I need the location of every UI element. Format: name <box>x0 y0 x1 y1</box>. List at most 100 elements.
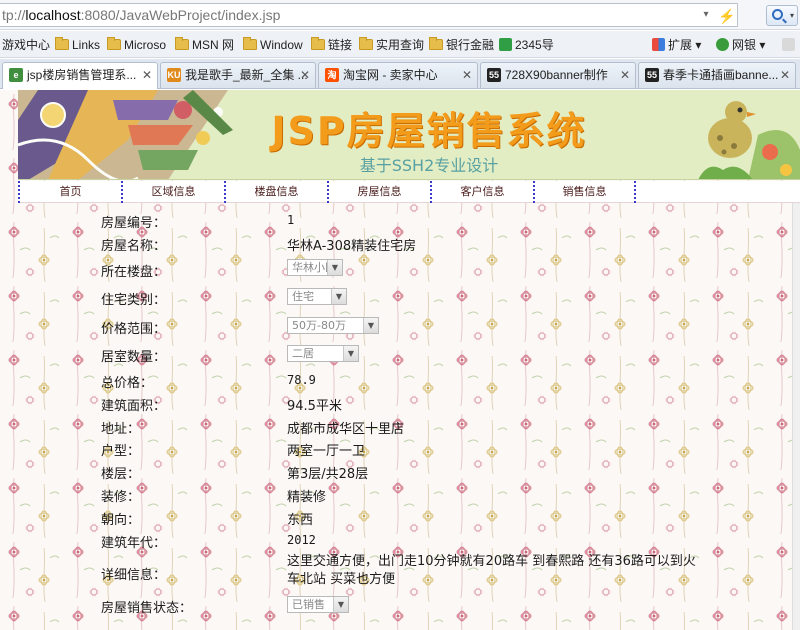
header-banner: JSP房屋销售系统 基于SSH2专业设计 <box>18 90 800 180</box>
building-select[interactable]: 华林小区 ▼ <box>287 259 343 276</box>
fav-item-queries[interactable]: 实用查询 <box>359 36 424 54</box>
sale-status-select-value: 已销售 <box>292 598 325 611</box>
value-house-id: 1 <box>287 213 295 227</box>
fav-label: Window <box>260 38 303 52</box>
ku-icon: KU <box>167 68 181 82</box>
residence-type-select[interactable]: 住宅 ▼ <box>287 288 347 305</box>
fav-item-games[interactable]: 游戏中心 <box>2 36 50 54</box>
fav-item-msn[interactable]: MSN 网 <box>175 36 234 54</box>
close-icon[interactable]: ✕ <box>462 63 472 87</box>
fav-item-bank[interactable]: 银行金融 <box>429 36 494 54</box>
fav-label: 链接 <box>328 38 353 52</box>
label-details: 详细信息： <box>101 568 167 583</box>
label-room-count: 居室数量： <box>101 350 167 365</box>
label-price-range: 价格范围： <box>101 322 167 337</box>
taobao-icon: 淘 <box>325 68 339 82</box>
fav-item-links[interactable]: Links <box>55 36 100 54</box>
residence-type-select-value: 住宅 <box>292 290 314 303</box>
chevron-down-icon: ▼ <box>327 260 342 275</box>
nav-label: 区域信息 <box>151 185 196 198</box>
bank-label: 网银 <box>732 38 757 52</box>
tab-label: 728X90banner制作 <box>505 68 608 82</box>
address-bar: tp://localhost:8080/JavaWebProject/index… <box>0 0 800 30</box>
main-nav: 首页 区域信息 楼盘信息 房屋信息 客户信息 销售信息 <box>18 181 800 203</box>
bank-button[interactable]: 网银 ▾ <box>716 36 765 54</box>
nav-regions[interactable]: 区域信息 <box>121 181 224 203</box>
room-count-select[interactable]: 二居 ▼ <box>287 345 359 362</box>
label-area: 建筑面积： <box>101 399 167 414</box>
search-engine-button[interactable]: ▾ <box>766 5 798 26</box>
sale-status-select[interactable]: 已销售 ▼ <box>287 596 349 613</box>
extensions-label: 扩展 <box>668 38 693 52</box>
value-house-name: 华林A-308精装住宅房 <box>287 239 417 254</box>
fav-label: 实用查询 <box>376 38 425 52</box>
folder-icon <box>175 37 189 50</box>
value-floor: 第3层/共28层 <box>287 467 369 482</box>
nav-label: 客户信息 <box>460 185 505 198</box>
tab-label: 淘宝网 - 卖家中心 <box>343 68 438 82</box>
tab-taobao[interactable]: 淘 淘宝网 - 卖家中心 ✕ <box>318 62 478 88</box>
close-icon[interactable]: ✕ <box>620 63 630 87</box>
url-input[interactable]: tp://localhost:8080/JavaWebProject/index… <box>0 3 738 27</box>
fav-item-microsoft[interactable]: Microso <box>107 36 166 54</box>
nav-home[interactable]: 首页 <box>18 181 121 203</box>
tab-spring-banner[interactable]: 55 春季卡通插画banne... ✕ <box>638 62 796 88</box>
fav-item-2345[interactable]: 2345导 <box>499 36 554 54</box>
price-range-select-value: 50万-80万 <box>292 319 346 332</box>
nav-customers[interactable]: 客户信息 <box>430 181 533 203</box>
overflow-button[interactable] <box>782 36 798 54</box>
fav-label: 2345导 <box>515 38 554 52</box>
chevron-down-icon: ▼ <box>333 597 348 612</box>
shield-icon <box>716 38 729 51</box>
folder-icon <box>359 37 373 50</box>
55-icon: 55 <box>487 68 501 82</box>
fav-label: MSN 网 <box>192 38 235 52</box>
url-dropdown-icon[interactable]: ▾ <box>699 4 713 26</box>
value-area: 94.5平米 <box>287 399 342 414</box>
price-range-select[interactable]: 50万-80万 ▼ <box>287 317 379 334</box>
value-details: 这里交通方便，出门走10分钟就有20路车 到春熙路 还有36路可以到火车北站 买… <box>287 554 696 587</box>
extensions-button[interactable]: 扩展 ▾ <box>652 36 701 54</box>
close-icon[interactable]: ✕ <box>780 63 790 87</box>
url-host: localhost <box>25 7 81 23</box>
nav-sales[interactable]: 销售信息 <box>533 181 636 203</box>
nav-houses[interactable]: 房屋信息 <box>327 181 430 203</box>
chevron-down-icon: ▾ <box>789 11 794 20</box>
close-icon[interactable]: ✕ <box>142 63 152 87</box>
url-path: :8080/JavaWebProject/index.jsp <box>80 7 281 23</box>
tab-singer[interactable]: KU 我是歌手_最新_全集 ... ✕ <box>160 62 316 88</box>
label-decoration: 装修： <box>101 490 141 505</box>
close-icon[interactable]: ✕ <box>300 63 310 87</box>
fav-label: 银行金融 <box>446 38 495 52</box>
value-layout: 两室一厅一卫 <box>287 444 366 459</box>
fav-item-windows[interactable]: Window <box>243 36 303 54</box>
55-icon: 55 <box>645 68 659 82</box>
room-count-select-value: 二居 <box>292 347 314 360</box>
label-house-id: 房屋编号： <box>101 216 167 231</box>
label-total-price: 总价格： <box>101 376 154 391</box>
nav-buildings[interactable]: 楼盘信息 <box>224 181 327 203</box>
chevron-down-icon: ▼ <box>363 318 378 333</box>
tab-label: 我是歌手_最新_全集 ... <box>185 68 308 82</box>
tab-banner-728[interactable]: 55 728X90banner制作 ✕ <box>480 62 636 88</box>
folder-icon <box>429 37 443 50</box>
fav-item-links-cn[interactable]: 链接 <box>311 36 352 54</box>
page-scrollbar[interactable] <box>792 203 800 630</box>
nav-label: 销售信息 <box>562 185 607 198</box>
chevron-down-icon: ▼ <box>343 346 358 361</box>
2345-icon <box>499 38 512 51</box>
tab-strip: e jsp楼房销售管理系... ✕ KU 我是歌手_最新_全集 ... ✕ 淘 … <box>0 59 800 89</box>
value-orientation: 东西 <box>287 513 314 528</box>
value-address: 成都市成华区十里店 <box>287 422 405 437</box>
label-residence-type: 住宅类别： <box>101 293 167 308</box>
lightning-icon[interactable]: ⚡ <box>718 5 735 25</box>
nav-label: 楼盘信息 <box>254 185 299 198</box>
label-address: 地址： <box>101 422 141 437</box>
nav-label: 首页 <box>59 185 82 198</box>
value-build-year: 2012 <box>287 533 316 547</box>
web-page: JSP房屋销售系统 基于SSH2专业设计 首页 区域信息 楼盘信息 房屋信息 客… <box>0 90 800 630</box>
nav-label: 房屋信息 <box>357 185 402 198</box>
extensions-icon <box>652 38 665 51</box>
url-scheme: tp:// <box>2 7 26 23</box>
tab-jsp-system[interactable]: e jsp楼房销售管理系... ✕ <box>2 62 158 89</box>
